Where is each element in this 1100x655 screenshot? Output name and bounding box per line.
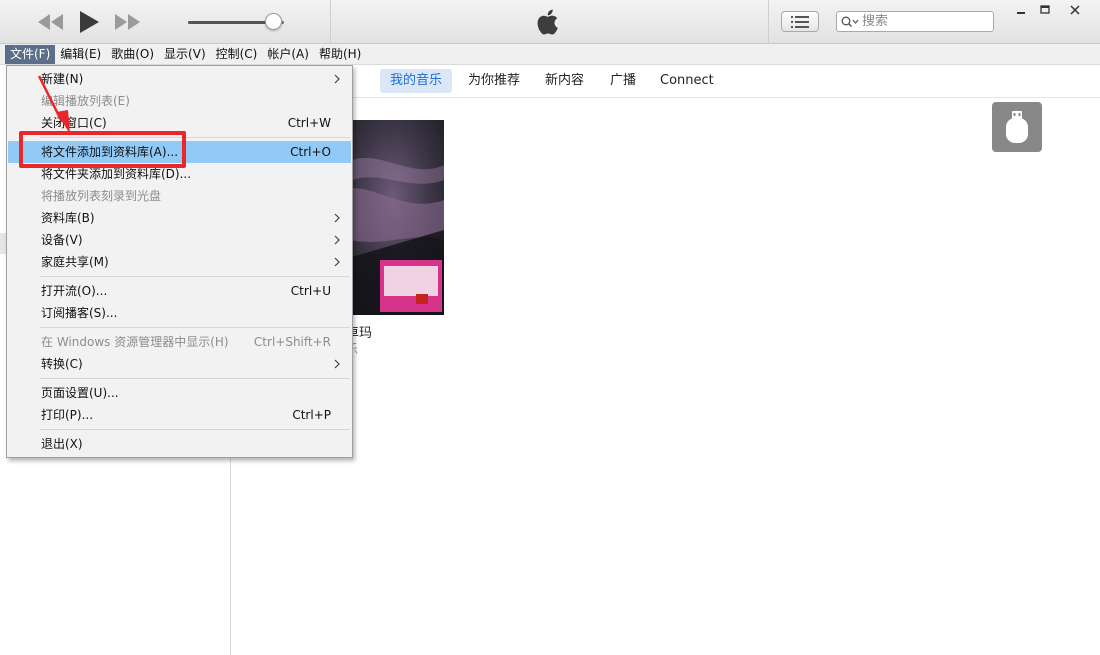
menu-item-label: 打印(P)...	[41, 408, 94, 422]
search-box[interactable]	[836, 11, 994, 32]
search-icon	[841, 16, 859, 27]
submenu-arrow-icon	[334, 235, 340, 245]
next-track-button[interactable]	[112, 10, 142, 34]
menu-separator	[40, 276, 350, 277]
menu-help[interactable]: 帮助(H)	[314, 45, 366, 64]
menu-item-shortcut: Ctrl+Shift+R	[253, 335, 331, 349]
submenu-arrow-icon	[334, 359, 340, 369]
play-button[interactable]	[74, 7, 104, 37]
menu-item-label: 资料库(B)	[41, 211, 95, 225]
menu-file[interactable]: 文件(F)	[5, 44, 56, 64]
menu-item-devices[interactable]: 设备(V)	[8, 229, 351, 251]
player-toolbar	[0, 0, 1100, 44]
menu-item-shortcut: Ctrl+W	[287, 116, 331, 130]
volume-fill	[188, 21, 275, 24]
menu-item-show-in-explorer: 在 Windows 资源管理器中显示(H) Ctrl+Shift+R	[8, 331, 351, 353]
menu-item-burn-playlist: 将播放列表刻录到光盘	[8, 185, 351, 207]
menu-separator	[40, 378, 350, 379]
annotation-arrow-icon	[37, 75, 70, 134]
album-artwork[interactable]	[342, 120, 444, 315]
tab-radio[interactable]: 广播	[600, 69, 646, 93]
close-icon	[1070, 5, 1080, 15]
menu-account[interactable]: 帐户(A)	[262, 45, 314, 64]
maximize-button[interactable]	[1030, 0, 1060, 20]
lcd-divider	[330, 0, 331, 44]
submenu-arrow-icon	[334, 257, 340, 267]
menu-item-shortcut: Ctrl+P	[292, 408, 331, 422]
menu-item-label: 退出(X)	[41, 437, 83, 451]
play-icon	[80, 11, 99, 33]
menu-item-label: 打开流(O)...	[41, 284, 108, 298]
device-button[interactable]	[992, 102, 1042, 152]
tab-for-you[interactable]: 为你推荐	[458, 69, 530, 93]
menu-item-home-sharing[interactable]: 家庭共享(M)	[8, 251, 351, 273]
menu-item-label: 设备(V)	[41, 233, 83, 247]
menu-item-shortcut: Ctrl+O	[290, 145, 331, 159]
menu-separator	[40, 429, 350, 430]
close-button[interactable]	[1060, 0, 1090, 20]
list-icon	[791, 15, 809, 28]
menu-item-label: 订阅播客(S)...	[41, 306, 118, 320]
menu-item-shortcut: Ctrl+U	[290, 284, 331, 298]
volume-knob[interactable]	[265, 13, 283, 30]
menu-item-exit[interactable]: 退出(X)	[8, 433, 351, 455]
apple-logo-icon	[537, 9, 558, 35]
rewind-icon	[38, 14, 63, 30]
up-next-list-button[interactable]	[781, 11, 819, 32]
usb-device-icon	[1006, 111, 1028, 143]
minimize-icon	[1017, 12, 1025, 14]
submenu-arrow-icon	[334, 213, 340, 223]
section-tabs: 我的音乐 为你推荐 新内容 广播 Connect	[232, 65, 1100, 98]
tab-my-music[interactable]: 我的音乐	[380, 69, 453, 93]
menu-item-open-stream[interactable]: 打开流(O)... Ctrl+U	[8, 280, 351, 302]
menu-item-label: 将播放列表刻录到光盘	[41, 189, 162, 203]
fast-forward-icon	[115, 14, 140, 30]
menu-edit[interactable]: 编辑(E)	[55, 45, 106, 64]
menu-item-page-setup[interactable]: 页面设置(U)...	[8, 382, 351, 404]
menu-item-label: 页面设置(U)...	[41, 386, 119, 400]
menu-view[interactable]: 显示(V)	[159, 45, 211, 64]
lcd-divider	[768, 0, 769, 44]
maximize-icon	[1040, 5, 1050, 14]
menu-item-print[interactable]: 打印(P)... Ctrl+P	[8, 404, 351, 426]
tab-new[interactable]: 新内容	[535, 69, 594, 93]
menu-item-convert[interactable]: 转换(C)	[8, 353, 351, 375]
menu-item-label: 在 Windows 资源管理器中显示(H)	[41, 335, 229, 349]
menu-item-label: 转换(C)	[41, 357, 83, 371]
search-input[interactable]	[862, 13, 982, 30]
submenu-arrow-icon	[334, 74, 340, 84]
menu-controls[interactable]: 控制(C)	[211, 45, 263, 64]
menu-separator	[40, 327, 350, 328]
menu-bar: 文件(F) 编辑(E) 歌曲(O) 显示(V) 控制(C) 帐户(A) 帮助(H…	[0, 44, 1100, 65]
menu-item-subscribe-podcast[interactable]: 订阅播客(S)...	[8, 302, 351, 324]
menu-item-label: 家庭共享(M)	[41, 255, 109, 269]
menu-song[interactable]: 歌曲(O)	[106, 45, 159, 64]
menu-item-library[interactable]: 资料库(B)	[8, 207, 351, 229]
tab-connect[interactable]: Connect	[650, 69, 724, 93]
album-cover-image	[342, 120, 444, 315]
main-content: 我的音乐 为你推荐 新内容 广播 Connect 卓玛	[232, 65, 1100, 655]
previous-track-button[interactable]	[36, 10, 66, 34]
